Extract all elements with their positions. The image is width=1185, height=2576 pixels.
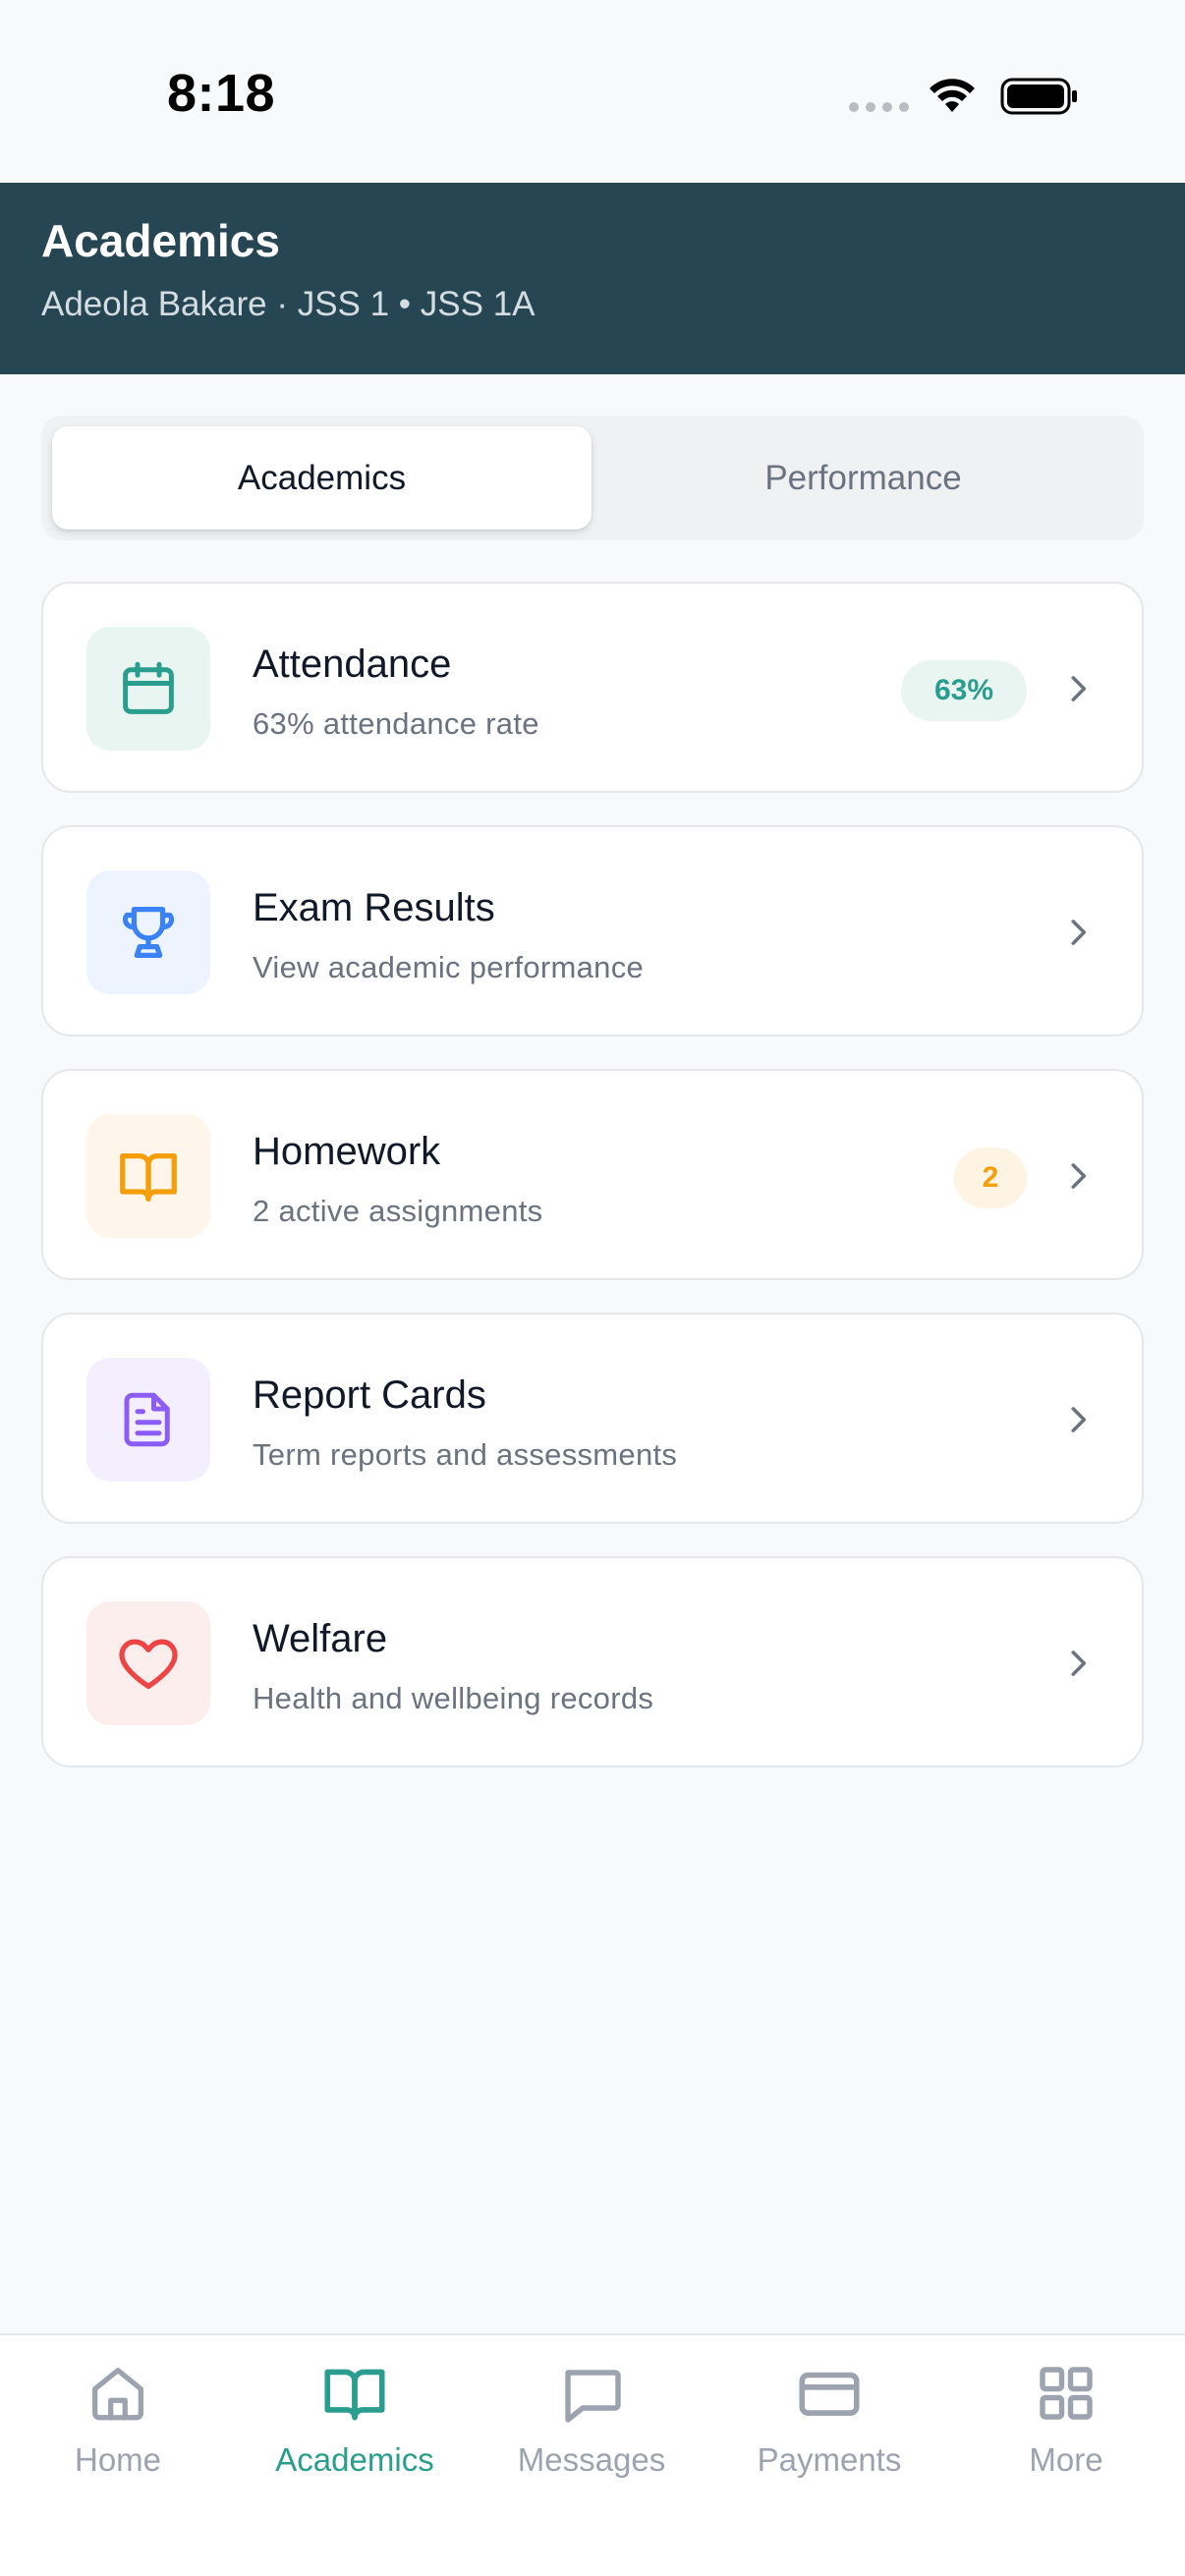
tab-label: More	[1029, 2441, 1103, 2478]
welfare-card[interactable]: Welfare Health and wellbeing records	[41, 1556, 1144, 1767]
tab-messages[interactable]: Messages	[474, 2357, 709, 2514]
attendance-card[interactable]: Attendance 63% attendance rate 63%	[41, 582, 1144, 793]
tab-academics[interactable]: Academics	[52, 426, 592, 530]
home-icon	[84, 2357, 152, 2430]
book-open-icon	[318, 2357, 391, 2430]
tab-label: Academics	[275, 2441, 434, 2478]
page-header: Academics Adeola Bakare · JSS 1 • JSS 1A	[0, 183, 1185, 374]
chevron-right-icon	[1071, 676, 1087, 701]
tab-payments[interactable]: Payments	[711, 2357, 947, 2514]
wifi-icon	[930, 79, 975, 112]
chevron-right-icon	[1071, 1163, 1087, 1189]
tab-label: Payments	[757, 2441, 902, 2478]
chevron-right-icon	[1071, 920, 1087, 945]
card-subtitle: 2 active assignments	[253, 1194, 543, 1228]
chevron-right-icon	[1071, 1407, 1087, 1432]
status-time: 8:18	[167, 64, 276, 123]
tab-label: Home	[74, 2441, 162, 2478]
student-info: Adeola Bakare · JSS 1 • JSS 1A	[41, 285, 536, 323]
tab-label: Messages	[517, 2441, 666, 2478]
card-subtitle: Term reports and assessments	[253, 1437, 678, 1472]
report-cards-card[interactable]: Report Cards Term reports and assessment…	[41, 1313, 1144, 1524]
chevron-right-icon	[1071, 1651, 1087, 1676]
battery-icon	[1000, 78, 1077, 115]
book-open-icon	[86, 1114, 210, 1238]
tab-performance[interactable]: Performance	[593, 426, 1133, 530]
bottom-tab-bar: Home Academics Messages Payments More	[0, 2333, 1185, 2576]
attendance-badge: 63%	[901, 660, 1027, 721]
tab-more[interactable]: More	[948, 2357, 1184, 2514]
homework-card[interactable]: Homework 2 active assignments 2	[41, 1069, 1144, 1280]
card-subtitle: 63% attendance rate	[253, 706, 539, 741]
card-title: Exam Results	[253, 886, 495, 929]
document-icon	[86, 1358, 210, 1482]
heart-icon	[86, 1601, 210, 1725]
grid-icon	[1031, 2357, 1101, 2430]
card-title: Homework	[253, 1130, 441, 1173]
status-bar: 8:18	[0, 0, 1185, 183]
message-icon	[556, 2357, 627, 2430]
card-subtitle: Health and wellbeing records	[253, 1681, 654, 1715]
card-title: Attendance	[253, 643, 452, 686]
card-subtitle: View academic performance	[253, 950, 645, 984]
cellular-signal-icon	[849, 102, 909, 112]
homework-count-badge: 2	[954, 1148, 1027, 1208]
tab-academics-nav[interactable]: Academics	[237, 2357, 473, 2514]
tab-home[interactable]: Home	[0, 2357, 236, 2514]
card-title: Report Cards	[253, 1373, 486, 1417]
credit-card-icon	[793, 2357, 866, 2430]
exam-results-card[interactable]: Exam Results View academic performance	[41, 825, 1144, 1036]
trophy-icon	[86, 870, 210, 994]
calendar-icon	[86, 627, 210, 751]
segmented-control: Academics Performance	[41, 416, 1144, 540]
card-title: Welfare	[253, 1617, 388, 1660]
page-title: Academics	[41, 215, 280, 266]
